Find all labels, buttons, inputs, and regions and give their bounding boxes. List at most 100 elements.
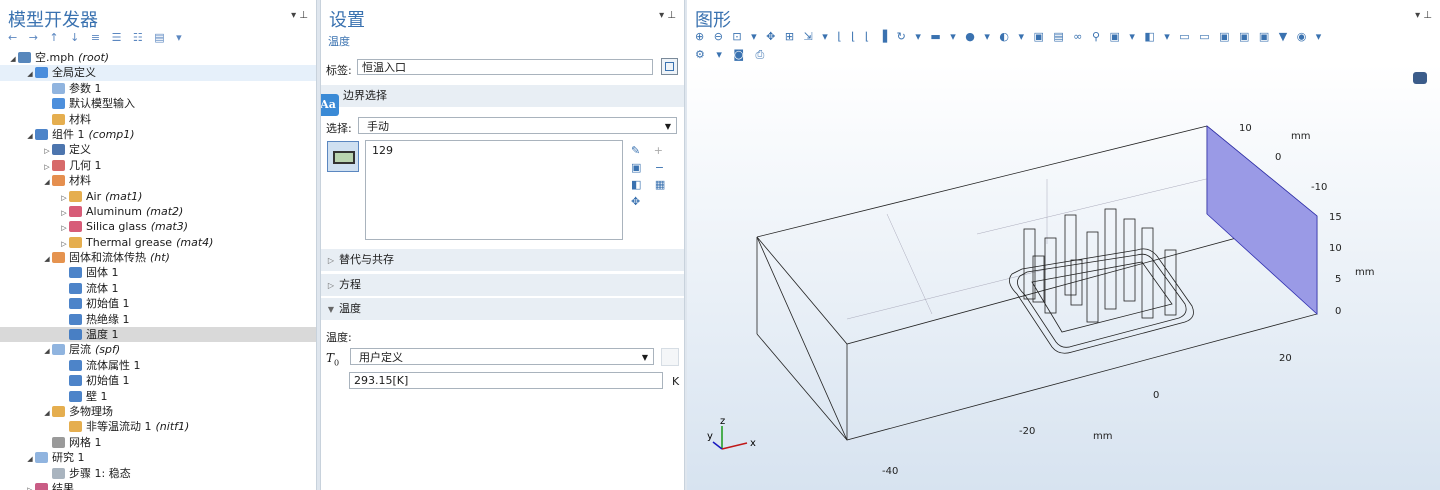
aa-badge-icon[interactable]: Aa (321, 94, 339, 116)
tree-item[interactable]: 热绝缘 1 (0, 312, 316, 327)
tree-item-label: 材料 (69, 112, 91, 126)
tree-item-tag: (root) (78, 51, 110, 64)
tree-item[interactable]: ◢ 组件 1 (comp1) (0, 127, 316, 142)
axis-tick: 15 (1329, 212, 1342, 223)
tree-item[interactable]: ◢ 固体和流体传热 (ht) (0, 250, 316, 265)
tree-item-label: 组件 1 (52, 127, 85, 141)
tree-item[interactable]: ▷ Air (mat1) (0, 189, 316, 204)
tree-node-icon (35, 482, 48, 490)
tree-item[interactable]: 初始值 1 (0, 373, 316, 388)
boundary-selection-section[interactable]: 边界选择 (321, 85, 684, 107)
tree-item[interactable]: ▷ 几何 1 (0, 158, 316, 173)
zoom-to-selection-icon[interactable]: ✥ (631, 193, 665, 210)
copy-icon[interactable]: ▣ − (631, 159, 665, 176)
clear-icon[interactable]: ◧ ▦ (631, 176, 665, 193)
selection-dropdown[interactable]: 手动 ▼ (358, 117, 677, 134)
t0-mode-dropdown[interactable]: 用户定义 ▼ (350, 348, 654, 365)
tree-item-label: 多物理场 (69, 404, 113, 418)
tree-item[interactable]: 初始值 1 (0, 296, 316, 311)
tree-item[interactable]: 壁 1 (0, 389, 316, 404)
tree-item[interactable]: ◢ 全局定义 (0, 65, 316, 81)
axis-tick: 10 (1329, 243, 1342, 254)
tree-item[interactable]: 温度 1 (0, 327, 316, 343)
tree-node-icon (69, 298, 82, 310)
tree-node-icon (69, 267, 82, 279)
chevron-down-icon: ▼ (664, 122, 671, 131)
tree-item-label: 流体 1 (86, 281, 119, 295)
panel-pin-icon[interactable]: ▾ ⊥ (291, 10, 308, 21)
activate-selection-button[interactable] (327, 141, 359, 172)
tree-item-label: 层流 (69, 343, 91, 357)
temperature-section-label: 温度 (339, 302, 361, 315)
tree-item[interactable]: 固体 1 (0, 265, 316, 280)
tree-item-label: 参数 1 (69, 81, 102, 95)
tree-item-label: 初始值 1 (86, 297, 130, 311)
tree-item[interactable]: ▷ 结果 (0, 481, 316, 490)
tree-item-label: 默认模型输入 (69, 97, 135, 111)
tree-node-icon (52, 159, 65, 171)
model-builder-panel: 模型开发器 ▾ ⊥ ← → ↑ ↓ ≡ ☰ ☷ ▤ ▾ ◢ 空.mph (root)… (0, 0, 317, 490)
tree-item[interactable]: 参数 1 (0, 81, 316, 96)
selection-list-item[interactable]: 129 (366, 141, 622, 160)
tree-item[interactable]: ▷ Aluminum (mat2) (0, 204, 316, 219)
tree-item-label: Aluminum (86, 204, 142, 218)
tree-item[interactable]: ◢ 多物理场 (0, 404, 316, 419)
graphics-toolbar-row2[interactable]: ⚙ ▾ ◙ ⎙ (695, 48, 768, 62)
t0-options-icon[interactable] (661, 348, 679, 366)
tree-item-label: 非等温流动 1 (86, 420, 152, 434)
tree-item[interactable]: ▷ Thermal grease (mat4) (0, 235, 316, 250)
tree-item[interactable]: 流体属性 1 (0, 358, 316, 373)
tree-item[interactable]: 默认模型输入 (0, 96, 316, 111)
triad-z: z (720, 416, 725, 427)
label-options-icon[interactable] (661, 58, 678, 75)
axis-unit: mm (1355, 267, 1374, 278)
axis-tick: -40 (882, 466, 898, 477)
tree-item-tag: (spf) (95, 343, 121, 357)
tree-item[interactable]: 网格 1 (0, 435, 316, 450)
tree-item-label: Air (86, 189, 102, 203)
tree-node-icon (52, 405, 65, 417)
tree-node-icon (69, 390, 82, 402)
label-field[interactable]: 恒温入口 (357, 59, 653, 75)
selection-list[interactable]: 129 (365, 140, 623, 240)
tree-node-icon (69, 359, 82, 371)
axis-tick: 20 (1279, 353, 1292, 364)
tree-item[interactable]: ▷ 定义 (0, 142, 316, 157)
tree-item-tag: (mat2) (145, 204, 184, 218)
tree-item[interactable]: 步骤 1: 稳态 (0, 466, 316, 481)
alternatives-section[interactable]: ▷ 替代与共存 (321, 249, 684, 271)
graphics-canvas[interactable]: 10 mm 0 -10 15 10 5 mm 0 20 0 -20 mm -40… (687, 64, 1440, 490)
tree-item[interactable]: ◢ 研究 1 (0, 450, 316, 465)
equation-section[interactable]: ▷ 方程 (321, 274, 684, 296)
tree-node-icon (52, 436, 65, 448)
tree-item[interactable]: ◢ 层流 (spf) (0, 342, 316, 357)
alternatives-label: 替代与共存 (339, 253, 394, 266)
tree-item[interactable]: ▷ Silica glass (mat3) (0, 219, 316, 234)
axis-tick: 0 (1275, 152, 1281, 163)
axis-tick: 5 (1335, 274, 1341, 285)
temperature-section[interactable]: ▼ 温度 (321, 298, 684, 320)
tree-item[interactable]: 流体 1 (0, 281, 316, 296)
tree-node-icon (35, 67, 48, 79)
selection-caption: 选择: (326, 122, 352, 135)
tree-item-label: 结果 (52, 481, 74, 490)
tree-item-label: 温度 1 (86, 328, 119, 342)
tree-item-label: 几何 1 (69, 158, 102, 172)
axis-tick: 10 (1239, 123, 1252, 134)
tree-toggle-icon[interactable]: ▷ (25, 483, 35, 490)
settings-subtitle: 温度 (328, 35, 350, 48)
graphics-toolbar[interactable]: ⊕ ⊖ ⊡ ▾ ✥ ⊞ ⇲ ▾ ⌊ ⌊ ⌊ ▐ ↻ ▾ ▬ ▾ ● ▾ ◐ ▾ … (695, 30, 1324, 43)
tree-item[interactable]: ◢ 材料 (0, 173, 316, 188)
tree-item[interactable]: 非等温流动 1 (nitf1) (0, 419, 316, 434)
tree-node-icon (69, 236, 82, 248)
fullscreen-icon[interactable] (1413, 72, 1427, 84)
paste-icon[interactable]: ✎ + (631, 142, 665, 159)
tree-item[interactable]: 材料 (0, 112, 316, 127)
axis-tick: 0 (1335, 306, 1341, 317)
tree-item[interactable]: ◢ 空.mph (root) (0, 50, 316, 65)
panel-pin-icon[interactable]: ▾ ⊥ (1415, 10, 1432, 21)
t0-value-field[interactable]: 293.15[K] (349, 372, 663, 389)
tree-node-icon (52, 344, 65, 356)
model-builder-toolbar[interactable]: ← → ↑ ↓ ≡ ☰ ☷ ▤ ▾ (8, 31, 186, 44)
panel-pin-icon[interactable]: ▾ ⊥ (659, 10, 676, 21)
